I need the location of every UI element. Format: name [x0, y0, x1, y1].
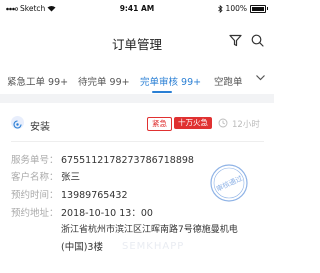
field-label: 客户名称： — [11, 172, 59, 183]
filter-icon[interactable] — [229, 34, 242, 47]
address-line-2: (中国)3楼 — [61, 242, 103, 253]
field-value: 2018-10-10 13：00 — [61, 208, 153, 219]
tab-empty-run[interactable]: 空跑单 — [214, 74, 243, 88]
field-value: 13989765432 — [61, 190, 128, 201]
watermark-text: SEMKHAPP — [122, 241, 185, 252]
tab-pending-complete[interactable]: 待完单 99+ — [78, 74, 130, 88]
active-tab-indicator — [152, 91, 172, 93]
battery-cap — [267, 7, 268, 10]
nav-bar: 订单管理 — [0, 30, 274, 54]
field-appointment-address: 预约地址： 2018-10-10 13：00 — [11, 205, 153, 219]
critical-badge: 十万火急 — [174, 117, 212, 129]
order-type: 安装 — [30, 122, 50, 133]
field-value: 张三 — [61, 172, 81, 183]
tab-urgent-orders[interactable]: 紧急工单 99+ — [7, 74, 68, 88]
tab-completion-review[interactable]: 完单审核 99+ — [140, 74, 201, 88]
battery-icon — [250, 4, 266, 13]
status-right: 100% — [217, 4, 268, 13]
section-divider — [0, 94, 274, 103]
field-value: 6755112178273786718898 — [61, 155, 194, 166]
install-type-icon — [11, 116, 24, 129]
bluetooth-icon — [217, 4, 223, 13]
urgent-badge: 紧急 — [147, 117, 172, 131]
field-label: 预约地址： — [11, 208, 59, 219]
address-line-1: 浙江省杭州市滨江区江晖南路7号德施曼机电 — [61, 225, 238, 235]
field-label: 服务单号： — [11, 155, 59, 166]
clock-icon — [218, 118, 228, 128]
nav-actions — [229, 34, 264, 47]
order-tabs: 紧急工单 99+ 待完单 99+ 完单审核 99+ 空跑单 — [0, 70, 274, 93]
approved-stamp: 审核通过 — [210, 164, 248, 202]
search-icon[interactable] — [251, 34, 264, 47]
field-service-number: 服务单号： 6755112178273786718898 — [11, 152, 194, 166]
field-label: 预约时间： — [11, 190, 59, 201]
status-bar: Sketch 9:41 AM 100% — [0, 0, 274, 16]
card-divider — [11, 141, 264, 142]
order-card-header[interactable]: 安装 紧急 十万火急 12小时 — [0, 108, 274, 136]
chevron-down-icon[interactable] — [255, 72, 266, 83]
battery-percent: 100% — [225, 4, 247, 13]
elapsed-time: 12小时 — [232, 120, 260, 130]
stamp-text: 审核通过 — [215, 173, 244, 193]
field-appointment-time: 预约时间： 13989765432 — [11, 187, 128, 201]
field-customer-name: 客户名称： 张三 — [11, 169, 80, 183]
